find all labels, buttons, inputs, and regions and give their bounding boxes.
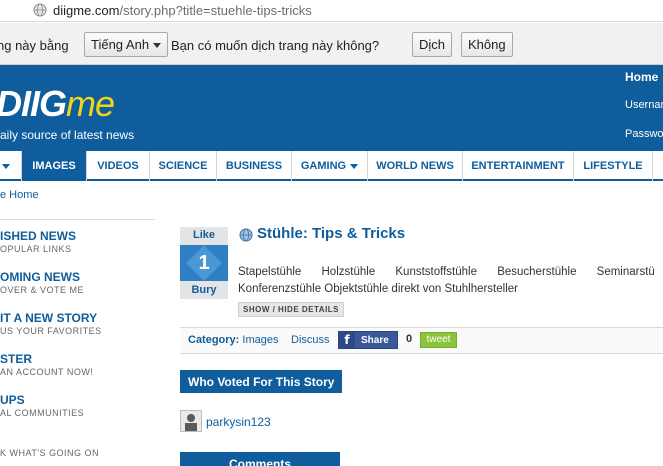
tweet-button[interactable]: tweet <box>420 332 457 348</box>
nav-item-gaming-label: GAMING <box>300 160 347 172</box>
vote-widget: Like 1 Bury <box>180 227 228 299</box>
logo-accent: me <box>66 83 115 124</box>
username-label: Usernan <box>625 99 663 111</box>
story-title[interactable]: Stühle: Tips & Tricks <box>257 225 405 242</box>
chevron-down-icon <box>350 163 359 169</box>
sidebar-item-subtitle: AL COMMUNITIES <box>0 408 85 418</box>
site-tagline: aily source of latest news <box>0 128 135 142</box>
translate-prefix-text: ng này bằng <box>0 38 69 53</box>
nav-item-gaming[interactable]: GAMING <box>291 151 367 181</box>
logo-main: DIIG <box>0 83 67 124</box>
voter-name-link[interactable]: parkysin123 <box>206 415 271 429</box>
sidebar-item-published[interactable]: ISHED NEWS OPULAR LINKS <box>0 229 76 254</box>
site-logo[interactable]: DIIGme <box>0 83 115 125</box>
discuss-link[interactable]: Discuss <box>291 334 330 346</box>
like-button[interactable]: Like <box>180 227 228 245</box>
category-label: Category: <box>188 334 240 346</box>
nav-item-lifestyle[interactable]: LIFESTYLE <box>573 151 652 181</box>
sidebar-item-upcoming[interactable]: OMING NEWS OVER & VOTE ME <box>0 270 84 295</box>
share-label: Share <box>361 335 389 346</box>
nav-item-images[interactable]: IMAGES <box>21 151 86 181</box>
category-info: Category: Images <box>188 334 278 346</box>
voters-heading: Who Voted For This Story <box>180 370 343 393</box>
translate-question: Bạn có muốn dịch trang này không? <box>171 38 380 53</box>
nav-item-more[interactable] <box>652 151 663 181</box>
url-text[interactable]: diigme.com/story.php?title=stuehle-tips-… <box>53 3 312 18</box>
comments-heading: Comments <box>180 452 340 466</box>
nav-item-world-news[interactable]: WORLD NEWS <box>367 151 462 181</box>
facebook-share-button[interactable]: f Share <box>338 331 398 349</box>
avatar[interactable] <box>180 410 202 432</box>
url-path: /story.php?title=stuehle-tips-tricks <box>119 3 312 18</box>
sidebar-item-subtitle: US YOUR FAVORITES <box>0 326 102 336</box>
globe-icon <box>33 3 47 17</box>
sidebar-item-register[interactable]: STER AN ACCOUNT NOW! <box>0 352 93 377</box>
nav-item-videos[interactable]: VIDEOS <box>86 151 149 181</box>
category-nav: IMAGES VIDEOS SCIENCE BUSINESS GAMING WO… <box>0 151 663 181</box>
sidebar-item-title: UPS <box>0 393 25 407</box>
sidebar-item-title: ISHED NEWS <box>0 229 77 243</box>
share-count: 0 <box>406 333 413 345</box>
sidebar-item-title: IT A NEW STORY <box>0 311 98 325</box>
address-bar[interactable]: diigme.com/story.php?title=stuehle-tips-… <box>0 0 663 22</box>
sidebar-item-submit[interactable]: IT A NEW STORY US YOUR FAVORITES <box>0 311 102 336</box>
sidebar-item-groups[interactable]: UPS AL COMMUNITIES <box>0 393 84 418</box>
breadcrumb[interactable]: e Home <box>0 189 39 201</box>
sidebar-item-title: OMING NEWS <box>0 270 80 284</box>
home-link[interactable]: Home <box>625 70 658 84</box>
sidebar-item-subtitle: OPULAR LINKS <box>0 244 72 254</box>
facebook-icon: f <box>339 332 355 348</box>
sidebar-item-live[interactable]: K WHAT'S GOING ON <box>0 447 99 458</box>
story-description-line: Stapelstühle Holzstühle Kunststoffstühle… <box>238 266 655 278</box>
story-description-line: Konferenzstühle Objektstühle direkt von … <box>238 283 518 295</box>
bury-button[interactable]: Bury <box>180 281 228 299</box>
site-header: DIIGme aily source of latest news Home U… <box>0 65 663 151</box>
category-link[interactable]: Images <box>242 334 278 346</box>
password-label: Passwo <box>625 128 663 140</box>
chevron-down-icon <box>2 164 10 169</box>
vote-count-box: 1 <box>180 245 228 281</box>
url-host: diigme.com <box>53 3 120 18</box>
nav-item-entertainment[interactable]: ENTERTAINMENT <box>462 151 573 181</box>
language-select-value: Tiếng Anh <box>91 37 150 52</box>
globe-icon <box>239 228 253 242</box>
story-description: Stapelstühle Holzstühle Kunststoffstühle… <box>238 264 663 298</box>
language-select[interactable]: Tiếng Anh <box>84 32 169 57</box>
translate-bar: ng này bằng Tiếng Anh Bạn có muốn dịch t… <box>0 23 663 65</box>
show-hide-details-button[interactable]: SHOW / HIDE DETAILS <box>238 302 345 317</box>
sidebar-divider <box>0 219 155 220</box>
sidebar-item-subtitle: K WHAT'S GOING ON <box>0 448 100 458</box>
sidebar-item-subtitle: AN ACCOUNT NOW! <box>0 367 94 377</box>
user-icon <box>185 414 197 431</box>
translate-button[interactable]: Dịch <box>412 32 453 57</box>
nav-item-dropdown[interactable] <box>0 151 21 181</box>
chevron-down-icon <box>153 43 162 49</box>
vote-count: 1 <box>198 252 210 274</box>
sidebar-item-title: STER <box>0 352 33 366</box>
decline-translate-button[interactable]: Không <box>461 32 513 57</box>
nav-item-business[interactable]: BUSINESS <box>216 151 291 181</box>
sidebar-item-subtitle: OVER & VOTE ME <box>0 285 85 295</box>
nav-item-science[interactable]: SCIENCE <box>149 151 216 181</box>
